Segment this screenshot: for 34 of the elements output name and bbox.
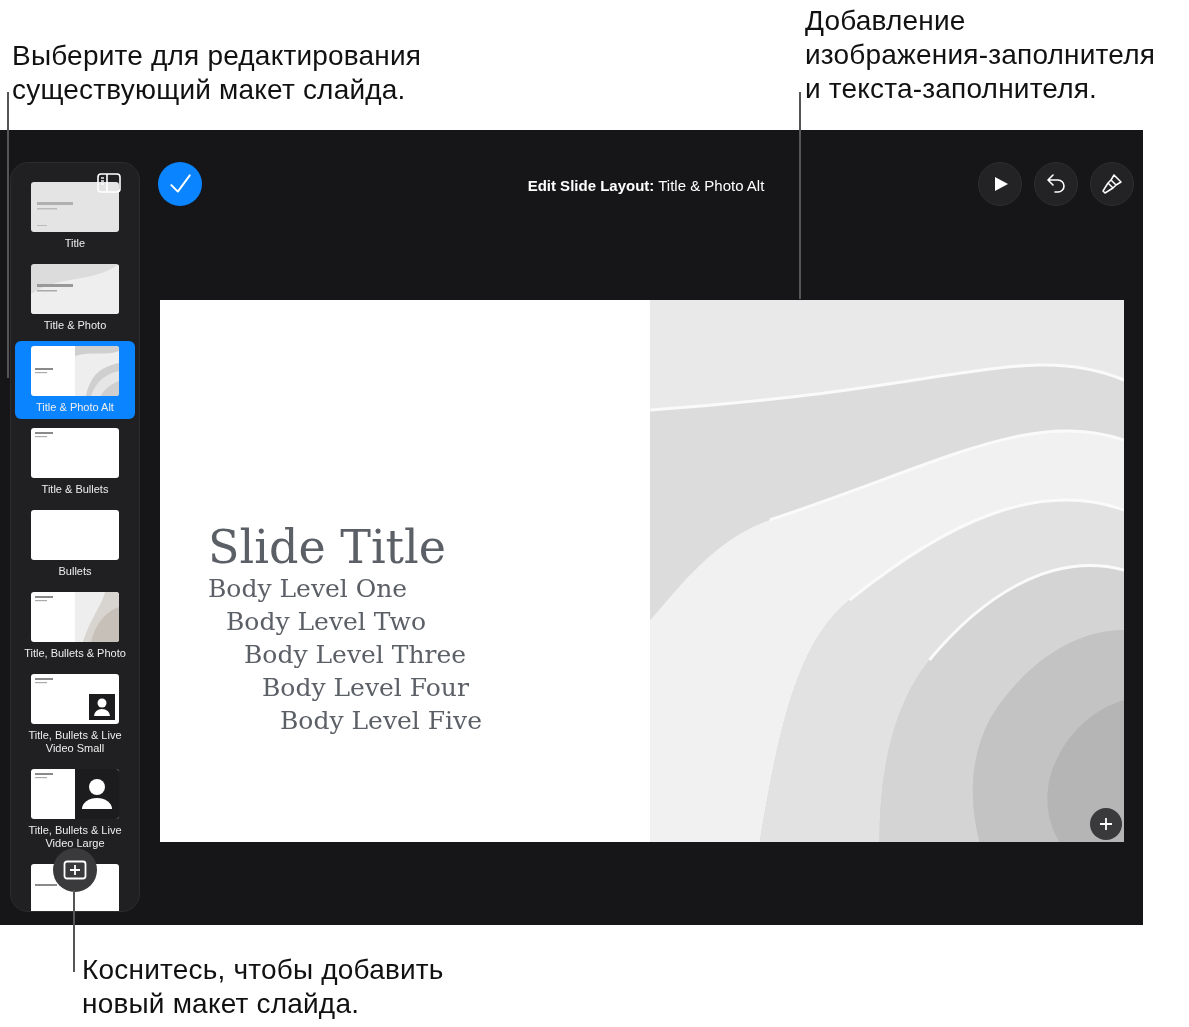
slide-title: Slide Title [208,522,448,572]
layout-item[interactable]: Title, Bullets & Photo [15,587,135,665]
undo-icon [1045,174,1067,194]
layout-label: Title [63,237,87,250]
layout-label: Title, Bullets & Live Video Small [27,729,123,755]
layout-item[interactable]: Title & Bullets [15,423,135,501]
layout-label: Title & Photo Alt [35,401,115,414]
layout-label: Title, Bullets & Photo [23,647,127,660]
body-text: Body Level Two [226,606,427,638]
layout-item[interactable]: Title [15,177,135,255]
done-button[interactable] [158,162,202,206]
body-text: Body Level One [208,573,409,605]
body-text: Body Level Four [262,672,470,704]
play-button[interactable] [978,162,1022,206]
undo-button[interactable] [1034,162,1078,206]
add-icon [63,860,87,880]
plus-icon [1098,816,1114,832]
layout-label: Bullets [57,565,93,578]
layout-item[interactable]: Bullets [15,505,135,583]
layout-item[interactable]: Title, Bullets & Live Video Large [15,764,135,855]
body-text: Body Level Three [244,639,468,671]
callout-text: Выберите для редактирования существующий макет слайда. [12,39,422,107]
window-title: Edit Slide Layout: Title & Photo Alt [527,176,765,194]
format-brush-button[interactable] [1090,162,1134,206]
body-text: Body Level Five [280,705,483,737]
layout-label: Title, Bullets & Live Video Large [27,824,123,850]
callout-text: Добавление изображения-заполнителя и текста-заполнителя. [805,4,1156,106]
layout-label: Title & Photo [42,319,108,332]
layout-label: Title & Bullets [40,483,110,496]
layout-item[interactable]: Title & Photo [15,259,135,337]
callout-text: Коснитесь, чтобы добавить новый макет слайда. [82,953,445,1021]
layout-item[interactable]: Title, Bullets & Live Video Small [15,669,135,760]
sidebar-toggle-icon[interactable] [97,173,121,193]
brush-icon [1100,172,1124,196]
